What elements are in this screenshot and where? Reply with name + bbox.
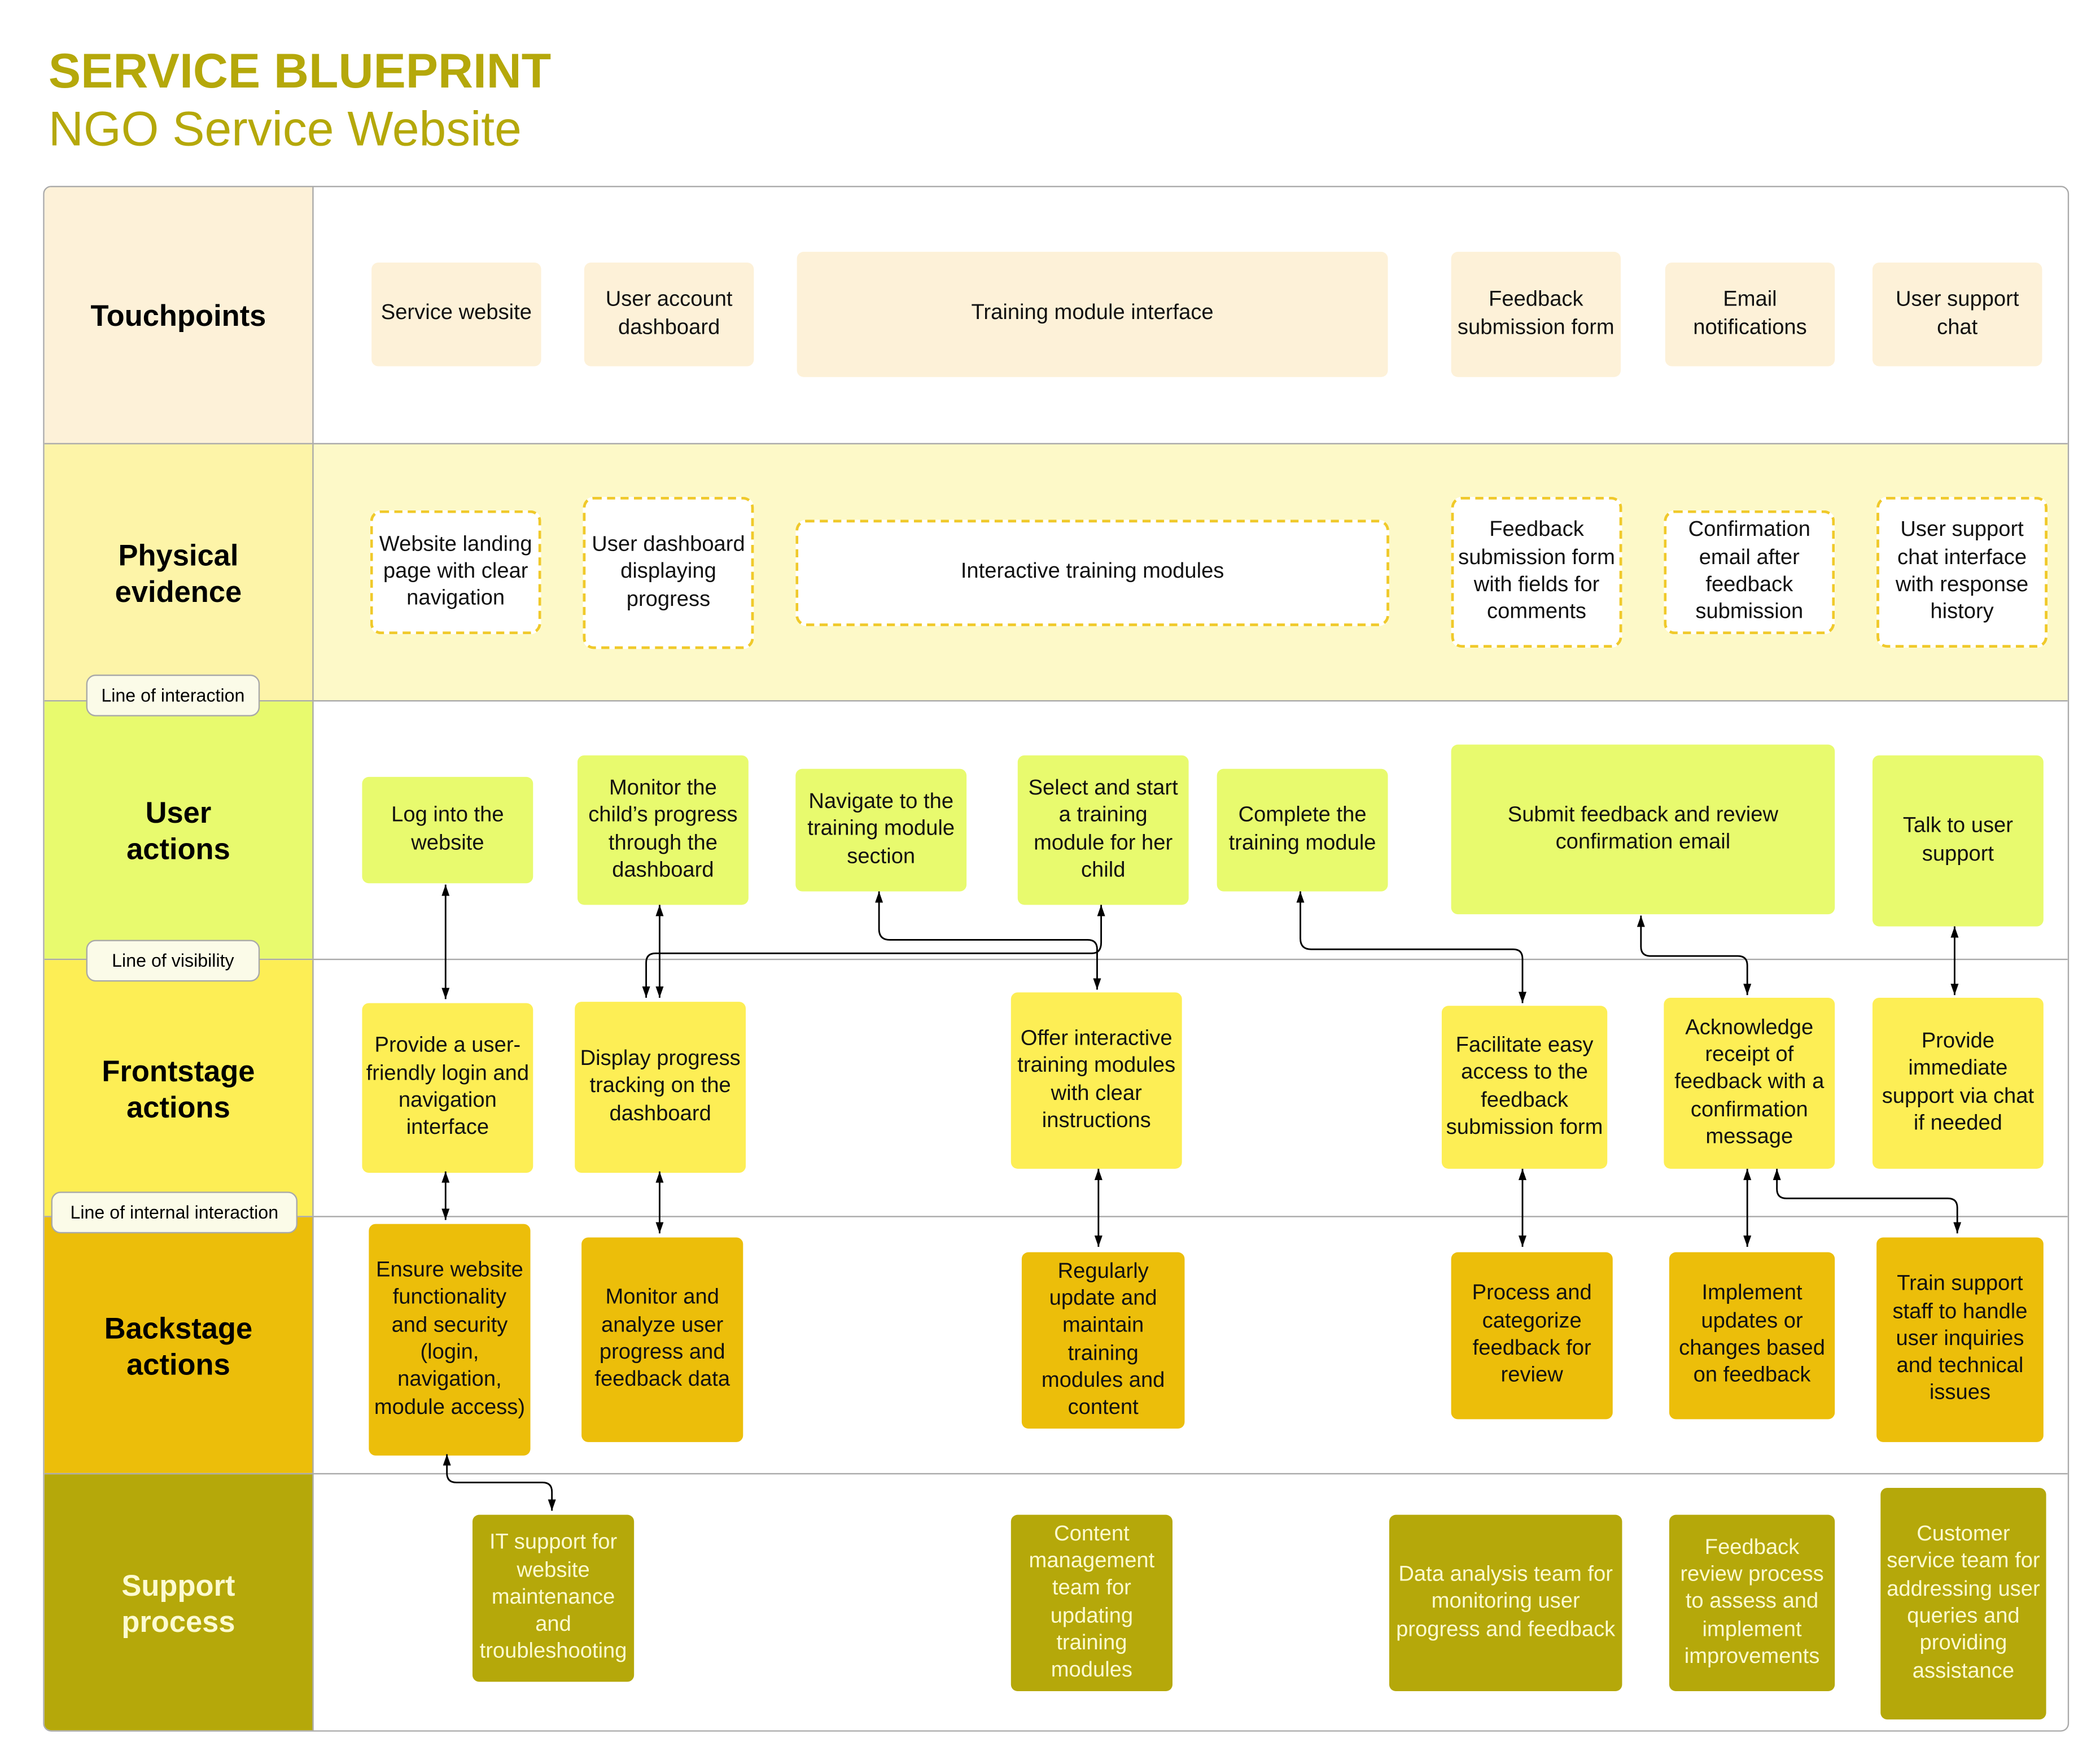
- backstage-card[interactable]: Ensure website functionality and securit…: [369, 1224, 531, 1456]
- page-subtitle: NGO Service Website: [48, 101, 522, 156]
- backstage-card[interactable]: Train support staff to handle user inqui…: [1876, 1237, 2044, 1442]
- lane-label: User actions: [44, 701, 314, 960]
- frontstage-card[interactable]: Provide immediate support via chat if ne…: [1872, 997, 2044, 1169]
- backstage-card[interactable]: Process and categorize feedback for revi…: [1451, 1252, 1613, 1420]
- touchpoint-card[interactable]: Email notifications: [1665, 262, 1835, 366]
- user-action-card[interactable]: Submit feedback and review confirmation …: [1451, 744, 1835, 915]
- backstage-card[interactable]: Regularly update and maintain training m…: [1021, 1252, 1185, 1429]
- line-of-internal-interaction-label: Line of internal interaction: [51, 1191, 298, 1234]
- support-card[interactable]: Data analysis team for monitoring user p…: [1389, 1514, 1622, 1692]
- frontstage-card[interactable]: Acknowledge receipt of feedback with a c…: [1664, 997, 1835, 1169]
- lane-label: Frontstage actions: [44, 960, 314, 1217]
- lane-body: Provide a user-friendly login and naviga…: [314, 960, 2068, 1217]
- lane-backstage-actions: Backstage actions Ensure website functio…: [44, 1216, 2068, 1475]
- lane-user-actions: User actions Log into the website Monito…: [44, 700, 2068, 960]
- lane-body: Website landing page with clear navigati…: [314, 444, 2068, 701]
- line-of-visibility-label: Line of visibility: [86, 940, 260, 982]
- lane-physical-evidence: Physical evidence Website landing page w…: [44, 443, 2068, 702]
- evidence-card[interactable]: Interactive training modules: [795, 519, 1389, 626]
- evidence-card[interactable]: Feedback submission form with fields for…: [1451, 496, 1622, 648]
- evidence-card[interactable]: Confirmation email after feedback submis…: [1664, 510, 1835, 635]
- lane-label: Backstage actions: [44, 1217, 314, 1475]
- lane-touchpoints: Touchpoints Service website User account…: [44, 187, 2068, 443]
- touchpoint-card[interactable]: Training module interface: [797, 251, 1388, 377]
- support-card[interactable]: Feedback review process to assess and im…: [1669, 1514, 1835, 1692]
- frontstage-card[interactable]: Offer interactive training modules with …: [1010, 992, 1182, 1169]
- touchpoint-card[interactable]: Service website: [371, 262, 541, 366]
- frontstage-card[interactable]: Provide a user-friendly login and naviga…: [362, 1003, 533, 1173]
- user-action-card[interactable]: Navigate to the training module section: [795, 769, 967, 892]
- user-action-card[interactable]: Monitor the child’s progress through the…: [577, 755, 749, 905]
- support-card[interactable]: IT support for website maintenance and t…: [472, 1514, 635, 1682]
- backstage-card[interactable]: Implement updates or changes based on fe…: [1669, 1252, 1835, 1420]
- user-action-card[interactable]: Log into the website: [362, 776, 533, 884]
- blueprint-frame: Touchpoints Service website User account…: [43, 186, 2070, 1732]
- touchpoint-card[interactable]: User account dashboard: [584, 262, 754, 366]
- line-of-interaction-label: Line of interaction: [86, 674, 260, 717]
- lane-body: IT support for website maintenance and t…: [314, 1474, 2068, 1730]
- service-blueprint: SERVICE BLUEPRINT NGO Service Website To…: [0, 0, 2100, 1764]
- support-card[interactable]: Customer service team for addressing use…: [1880, 1487, 2046, 1720]
- lane-body: Log into the website Monitor the child’s…: [314, 701, 2068, 960]
- lane-body: Service website User account dashboard T…: [314, 187, 2068, 443]
- touchpoint-card[interactable]: User support chat: [1872, 262, 2042, 366]
- lane-support-process: Support process IT support for website m…: [44, 1473, 2068, 1731]
- touchpoint-card[interactable]: Feedback submission form: [1451, 251, 1621, 377]
- backstage-card[interactable]: Monitor and analyze user progress and fe…: [581, 1237, 743, 1442]
- evidence-card[interactable]: User support chat interface with respons…: [1876, 496, 2048, 648]
- frontstage-card[interactable]: Facilitate easy access to the feedback s…: [1441, 1006, 1608, 1169]
- user-action-card[interactable]: Talk to user support: [1872, 755, 2044, 927]
- user-action-card[interactable]: Select and start a training module for h…: [1017, 755, 1189, 905]
- lane-frontstage-actions: Frontstage actions Provide a user-friend…: [44, 958, 2068, 1217]
- lane-body: Ensure website functionality and securit…: [314, 1217, 2068, 1474]
- user-action-card[interactable]: Complete the training module: [1217, 769, 1388, 892]
- evidence-card[interactable]: User dashboard displaying progress: [583, 496, 754, 649]
- lane-label: Touchpoints: [44, 187, 314, 443]
- evidence-card[interactable]: Website landing page with clear navigati…: [370, 510, 541, 635]
- lane-label: Support process: [44, 1474, 314, 1731]
- page-title: SERVICE BLUEPRINT: [48, 43, 552, 99]
- lane-label: Physical evidence: [44, 444, 314, 702]
- frontstage-card[interactable]: Display progress tracking on the dashboa…: [575, 1002, 746, 1173]
- support-card[interactable]: Content management team for updating tra…: [1010, 1514, 1172, 1692]
